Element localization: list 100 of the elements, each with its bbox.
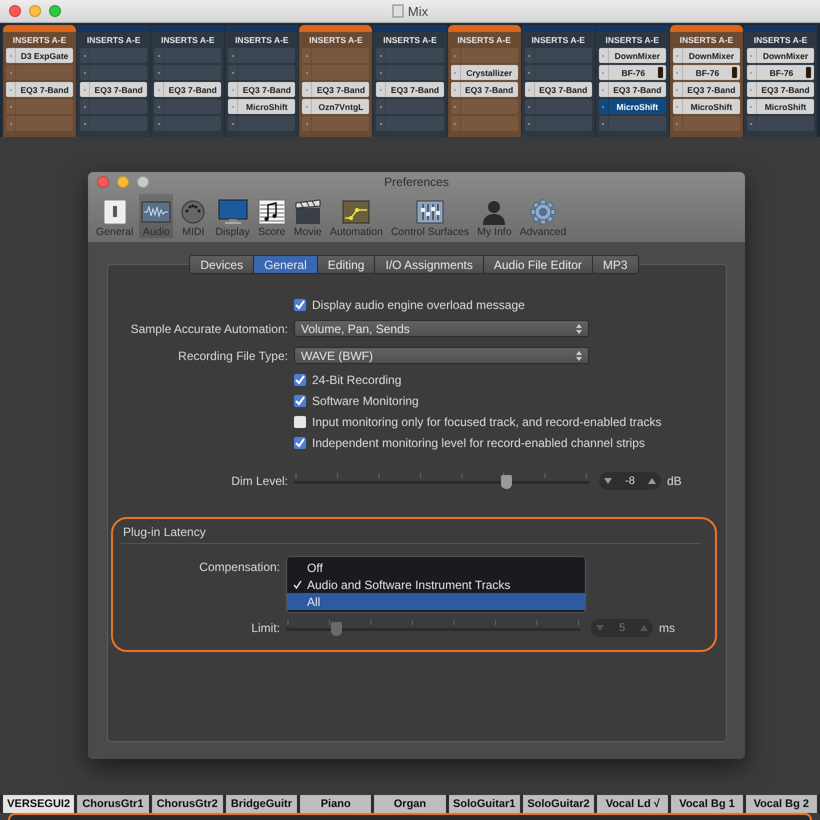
empty-slot[interactable] (154, 48, 222, 63)
empty-slot[interactable] (6, 116, 74, 131)
tab[interactable]: Audio File Editor (484, 255, 593, 274)
empty-slot[interactable] (524, 65, 592, 80)
empty-slot[interactable] (154, 116, 222, 131)
plugin-slot[interactable]: Ozn7VntgL (302, 99, 370, 114)
plugin-slot[interactable]: MicroShift (672, 99, 740, 114)
empty-slot[interactable] (228, 65, 296, 80)
track-name[interactable]: Vocal Bg 2 (746, 795, 817, 813)
checkbox[interactable] (294, 298, 306, 310)
checkbox[interactable] (294, 416, 306, 428)
plugin-slot[interactable]: EQ3 7-Band (6, 82, 74, 97)
tab[interactable]: Devices (189, 255, 254, 274)
sheet-music-icon (258, 199, 286, 225)
checkbox[interactable] (294, 394, 306, 406)
empty-slot[interactable] (524, 48, 592, 63)
checkbox[interactable] (294, 374, 306, 386)
empty-slot[interactable] (746, 116, 814, 131)
empty-slot[interactable] (598, 116, 666, 131)
plugin-slot[interactable]: Crystallizer (450, 65, 518, 80)
stepper-field[interactable]: -8 (599, 472, 661, 490)
popup-menu[interactable]: WAVE (BWF) (294, 347, 589, 364)
tab[interactable]: Editing (318, 255, 376, 274)
track-name[interactable]: VERSEGUI2 (3, 795, 74, 813)
window-title: Mix (408, 4, 428, 18)
plugin-slot[interactable]: EQ3 7-Band (524, 82, 592, 97)
slider-thumb[interactable] (501, 475, 512, 489)
empty-slot[interactable] (524, 99, 592, 114)
track-name[interactable]: Organ (374, 795, 446, 813)
zoom-button[interactable] (137, 176, 149, 188)
plugin-slot[interactable]: DownMixer (672, 48, 740, 63)
empty-slot[interactable] (154, 99, 222, 114)
empty-slot[interactable] (376, 116, 444, 131)
empty-slot[interactable] (302, 48, 370, 63)
empty-slot[interactable] (376, 48, 444, 63)
close-button[interactable] (9, 5, 21, 17)
empty-slot[interactable] (80, 65, 148, 80)
minimize-button[interactable] (29, 5, 41, 17)
inserts-header: INSERTS A-E (382, 34, 438, 46)
minimize-button[interactable] (117, 176, 129, 188)
empty-slot[interactable] (80, 116, 148, 131)
track-name[interactable]: BridgeGuitr (226, 795, 298, 813)
plugin-slot[interactable]: MicroShift (228, 99, 296, 114)
empty-slot[interactable] (6, 99, 74, 114)
empty-slot[interactable] (450, 48, 518, 63)
menu-item[interactable]: All (287, 593, 585, 610)
track-name[interactable]: Vocal Bg 1 (671, 795, 743, 813)
plugin-slot[interactable]: MicroShift (746, 99, 814, 114)
empty-slot[interactable] (154, 65, 222, 80)
plugin-slot[interactable]: EQ3 7-Band (228, 82, 296, 97)
plugin-slot[interactable]: DownMixer (598, 48, 666, 63)
empty-slot[interactable] (228, 116, 296, 131)
tab[interactable]: MP3 (592, 255, 639, 274)
empty-slot[interactable] (376, 65, 444, 80)
plugin-slot[interactable]: BF-76 (672, 65, 740, 80)
popup-menu[interactable]: Volume, Pan, Sends (294, 320, 589, 337)
plugin-slot[interactable]: EQ3 7-Band (376, 82, 444, 97)
plugin-slot[interactable]: EQ3 7-Band (672, 82, 740, 97)
plugin-slot[interactable]: BF-76 (598, 65, 666, 80)
plugin-slot[interactable]: D3 ExpGate (6, 48, 74, 63)
up-arrow-icon (648, 478, 656, 484)
plugin-slot[interactable]: EQ3 7-Band (598, 82, 666, 97)
plugin-slot[interactable]: EQ3 7-Band (80, 82, 148, 97)
plugin-slot[interactable]: EQ3 7-Band (154, 82, 222, 97)
plugin-slot[interactable]: EQ3 7-Band (450, 82, 518, 97)
empty-slot[interactable] (228, 48, 296, 63)
field-label: Dim Level: (230, 474, 288, 488)
checkbox[interactable] (294, 436, 306, 448)
track-name[interactable]: ChorusGtr1 (77, 795, 149, 813)
empty-slot[interactable] (672, 116, 740, 131)
track-name[interactable]: Vocal Ld √ (597, 795, 668, 813)
empty-slot[interactable] (450, 99, 518, 114)
empty-slot[interactable] (302, 65, 370, 80)
track-name[interactable]: SoloGuitar2 (522, 795, 594, 813)
track-name[interactable]: SoloGuitar1 (448, 795, 520, 813)
track-name[interactable]: Piano (300, 795, 372, 813)
zoom-button[interactable] (49, 5, 61, 17)
empty-slot[interactable] (450, 116, 518, 131)
plugin-slot[interactable]: EQ3 7-Band (302, 82, 370, 97)
empty-slot[interactable] (376, 99, 444, 114)
plugin-slot[interactable]: MicroShift (598, 99, 666, 114)
track-name[interactable]: ChorusGtr2 (152, 795, 223, 813)
checkbox-label: Software Monitoring (312, 394, 419, 408)
empty-slot[interactable] (6, 65, 74, 80)
plugin-slot[interactable]: BF-76 (746, 65, 814, 80)
tab[interactable]: I/O Assignments (375, 255, 484, 274)
checkbox-label: Display audio engine overload message (312, 298, 525, 312)
document-icon (392, 4, 404, 18)
checkbox-label: Input monitoring only for focused track, and record-enabled tracks (312, 414, 662, 428)
inserts-header: INSERTS A-E (12, 34, 68, 46)
menu-item[interactable]: Audio and Software Instrument Tracks (287, 576, 585, 593)
plugin-slot[interactable]: DownMixer (746, 48, 814, 63)
tab[interactable]: General (254, 255, 318, 274)
inserts-header: INSERTS A-E (752, 34, 808, 46)
empty-slot[interactable] (524, 116, 592, 131)
empty-slot[interactable] (302, 116, 370, 131)
empty-slot[interactable] (80, 99, 148, 114)
plugin-slot[interactable]: EQ3 7-Band (746, 82, 814, 97)
empty-slot[interactable] (80, 48, 148, 63)
menu-item[interactable]: Off (287, 559, 585, 576)
